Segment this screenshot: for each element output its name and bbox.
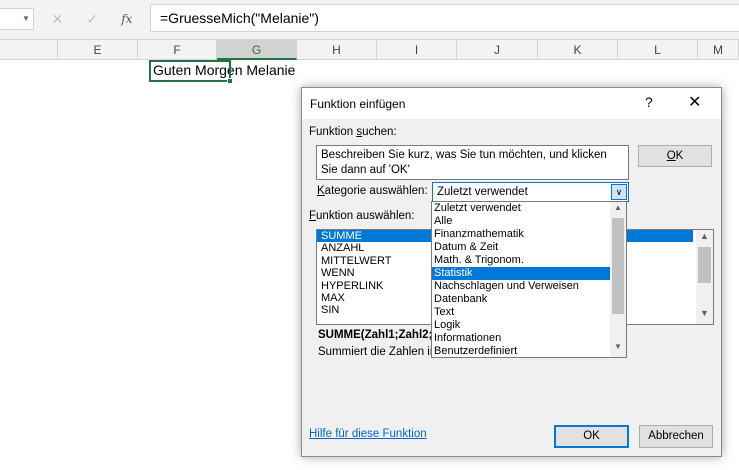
scroll-up-icon[interactable]: ▲ — [696, 231, 713, 246]
ok-button[interactable]: OK — [554, 425, 629, 448]
search-label: Funktion suchen: — [309, 126, 397, 138]
category-option[interactable]: Text — [432, 306, 610, 319]
category-dropdown-list[interactable]: Zuletzt verwendet Alle Finanzmathematik Dat… — [431, 201, 627, 358]
search-ok-button[interactable]: OK — [638, 145, 712, 167]
dialog-title: Funktion einfügen — [310, 97, 406, 111]
column-header-j[interactable]: J — [457, 40, 538, 60]
chevron-down-icon[interactable]: ∨ — [611, 184, 627, 200]
scroll-thumb[interactable] — [698, 247, 711, 283]
column-header-f[interactable]: F — [138, 40, 217, 60]
category-list-scrollbar[interactable]: ▲ ▼ — [610, 202, 626, 357]
cancel-button[interactable]: Abbrechen — [639, 425, 713, 448]
category-option[interactable]: Datum & Zeit — [432, 241, 610, 254]
category-option[interactable]: Statistik — [432, 267, 610, 280]
category-option[interactable]: Benutzerdefiniert — [432, 345, 610, 357]
formula-buttons: ✕ ✓ fx — [40, 8, 144, 30]
insert-function-icon[interactable]: fx — [121, 12, 132, 26]
category-select[interactable]: Zuletzt verwendet ∨ — [432, 182, 629, 202]
close-icon[interactable]: ✕ — [688, 92, 701, 112]
column-header-l[interactable]: L — [618, 40, 698, 60]
row-header-corner — [0, 40, 58, 60]
formula-bar: ▼ ✕ ✓ fx =GruesseMich("Melanie") — [0, 0, 739, 40]
fill-handle[interactable] — [227, 78, 233, 84]
category-label: Kategorie auswählen: — [317, 185, 428, 197]
cancel-icon[interactable]: ✕ — [52, 11, 64, 28]
category-option[interactable]: Datenbank — [432, 293, 610, 306]
name-box[interactable]: ▼ — [0, 8, 34, 30]
scroll-down-icon[interactable]: ▼ — [696, 308, 713, 323]
column-header-i[interactable]: I — [377, 40, 457, 60]
column-headers: EFGHIJKLM — [0, 40, 739, 60]
column-header-g[interactable]: G — [217, 40, 297, 60]
scroll-down-icon[interactable]: ▼ — [610, 342, 626, 356]
category-option[interactable]: Alle — [432, 215, 610, 228]
scroll-thumb[interactable] — [612, 218, 624, 314]
name-box-dropdown-icon[interactable]: ▼ — [22, 14, 30, 23]
help-link[interactable]: Hilfe für diese Funktion — [309, 428, 427, 440]
function-syntax: SUMME(Zahl1;Zahl2;...) — [318, 329, 446, 341]
column-header-m[interactable]: M — [698, 40, 739, 60]
category-option[interactable]: Zuletzt verwendet — [432, 202, 610, 215]
category-option[interactable]: Informationen — [432, 332, 610, 345]
category-value: Zuletzt verwendet — [437, 186, 528, 198]
help-icon[interactable]: ? — [645, 94, 653, 110]
dialog-titlebar: Funktion einfügen ? ✕ — [302, 88, 721, 119]
active-cell[interactable] — [149, 60, 233, 84]
category-option[interactable]: Nachschlagen und Verweisen — [432, 280, 610, 293]
category-option[interactable]: Logik — [432, 319, 610, 332]
formula-input[interactable]: =GruesseMich("Melanie") — [150, 4, 739, 32]
function-label: Funktion auswählen: — [309, 210, 415, 222]
category-option[interactable]: Math. & Trigonom. — [432, 254, 610, 267]
function-list-scrollbar[interactable]: ▲ ▼ — [696, 230, 713, 324]
scroll-up-icon[interactable]: ▲ — [610, 203, 626, 217]
category-option[interactable]: Finanzmathematik — [432, 228, 610, 241]
search-input[interactable]: Beschreiben Sie kurz, was Sie tun möchte… — [316, 145, 629, 180]
column-header-h[interactable]: H — [297, 40, 377, 60]
enter-icon[interactable]: ✓ — [86, 11, 98, 28]
column-header-k[interactable]: K — [538, 40, 618, 60]
column-header-e[interactable]: E — [58, 40, 138, 60]
